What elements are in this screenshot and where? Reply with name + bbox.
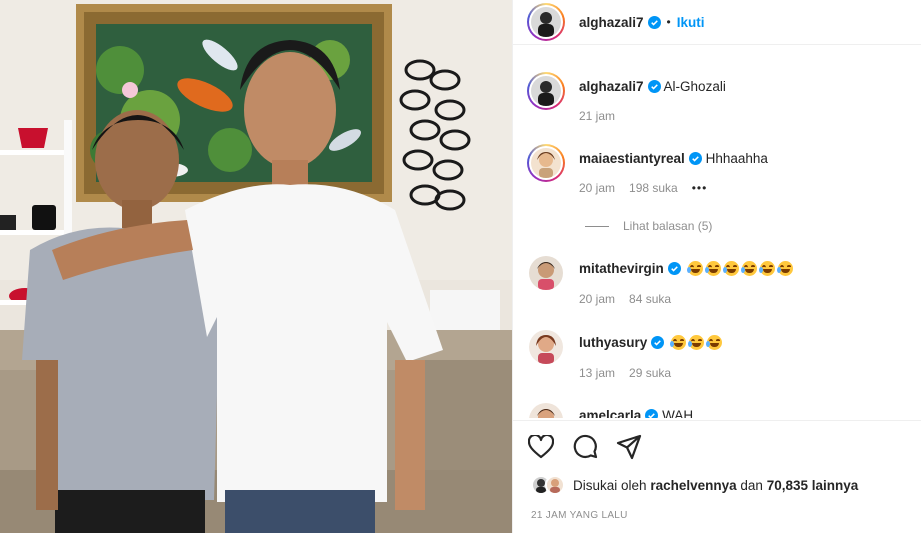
- comment-time[interactable]: 13 jam: [579, 366, 615, 380]
- verified-badge-icon: [647, 80, 661, 93]
- post-photo[interactable]: [0, 0, 512, 533]
- verified-badge-icon: [647, 15, 661, 29]
- post-time-ago[interactable]: 21 JAM YANG LALU: [531, 510, 628, 521]
- comment-text-line: mitathevirgin: [579, 260, 911, 278]
- comment-text: Hhhaahha: [705, 151, 768, 166]
- laughing-emoji-icon: [740, 261, 757, 276]
- laughing-emoji-icon: [706, 335, 723, 350]
- comment-avatar-image: [529, 403, 563, 418]
- replies-divider: [585, 225, 609, 227]
- likes-count[interactable]: 70,835 lainnya: [767, 478, 859, 493]
- author-username[interactable]: alghazali7: [579, 15, 644, 30]
- laughing-emoji-icon: [686, 261, 703, 276]
- likes-text: Disukai oleh rachelvennya dan 70,835 lai…: [573, 478, 858, 493]
- caption-avatar-image: [531, 76, 561, 106]
- likes-user[interactable]: rachelvennya: [650, 478, 736, 493]
- post-photo-illustration: [0, 0, 512, 533]
- comment-avatar[interactable]: [529, 403, 563, 418]
- comment-likes[interactable]: 29 suka: [629, 366, 671, 380]
- comment-avatar-image: [529, 256, 563, 290]
- heart-icon[interactable]: [527, 433, 555, 461]
- comment-username[interactable]: maiaestiantyreal: [579, 151, 685, 166]
- comment-time[interactable]: 20 jam: [579, 292, 615, 306]
- author-avatar-image: [531, 7, 561, 37]
- laughing-emoji-icon: [758, 261, 775, 276]
- verified-badge-icon: [667, 262, 681, 275]
- share-icon[interactable]: [615, 433, 643, 461]
- comment-username[interactable]: luthyasury: [579, 335, 647, 350]
- likes-summary: Disukai oleh rachelvennya dan 70,835 lai…: [531, 475, 911, 495]
- verified-badge-icon: [645, 409, 659, 418]
- post-actions: [513, 420, 921, 472]
- verified-badge-icon: [688, 152, 702, 165]
- comments-panel: alghazali7 • Ikuti alghazali7 Al-Ghozali…: [512, 0, 921, 533]
- separator-dot: •: [666, 15, 671, 29]
- post-header: alghazali7 • Ikuti: [513, 0, 921, 45]
- comment-text-line: amelcarla WAH: [579, 407, 911, 418]
- comment-icon[interactable]: [571, 433, 599, 461]
- laughing-emoji-icon: [670, 335, 687, 350]
- liker-avatar[interactable]: [545, 475, 565, 495]
- comment-avatar[interactable]: [529, 256, 563, 290]
- comments-list[interactable]: alghazali7 Al-Ghozali 21 jam maiaestiant…: [513, 60, 921, 418]
- comment-text: WAH: [662, 408, 694, 418]
- follow-button[interactable]: Ikuti: [677, 15, 705, 30]
- likes-middle: dan: [740, 477, 763, 493]
- comment-avatar-image: [529, 330, 563, 364]
- caption-username[interactable]: alghazali7: [579, 79, 644, 94]
- comment-avatar[interactable]: [529, 330, 563, 364]
- caption-avatar[interactable]: [527, 72, 565, 110]
- comment-time[interactable]: 20 jam: [579, 181, 615, 195]
- verified-badge-icon: [651, 336, 665, 349]
- laughing-emoji-icon: [776, 261, 793, 276]
- more-options-icon[interactable]: •••: [692, 181, 708, 195]
- laughing-emoji-icon: [722, 261, 739, 276]
- comment-username[interactable]: mitathevirgin: [579, 261, 664, 276]
- caption-text-line: alghazali7 Al-Ghozali: [579, 78, 911, 96]
- view-replies-button[interactable]: Lihat balasan (5): [585, 219, 712, 233]
- comment-avatar-image: [531, 148, 561, 178]
- comment-likes[interactable]: 84 suka: [629, 292, 671, 306]
- comment-likes[interactable]: 198 suka: [629, 181, 678, 195]
- view-replies-label: Lihat balasan (5): [623, 219, 713, 233]
- caption-text: Al-Ghozali: [663, 79, 726, 94]
- comment-username[interactable]: amelcarla: [579, 408, 641, 418]
- author-avatar[interactable]: [527, 3, 565, 41]
- comment-text-line: maiaestiantyreal Hhhaahha: [579, 150, 911, 168]
- caption-time[interactable]: 21 jam: [579, 109, 615, 123]
- likes-prefix: Disukai oleh: [573, 477, 647, 493]
- comment-avatar[interactable]: [527, 144, 565, 182]
- laughing-emoji-icon: [688, 335, 705, 350]
- laughing-emoji-icon: [704, 261, 721, 276]
- comment-text-line: luthyasury: [579, 334, 911, 352]
